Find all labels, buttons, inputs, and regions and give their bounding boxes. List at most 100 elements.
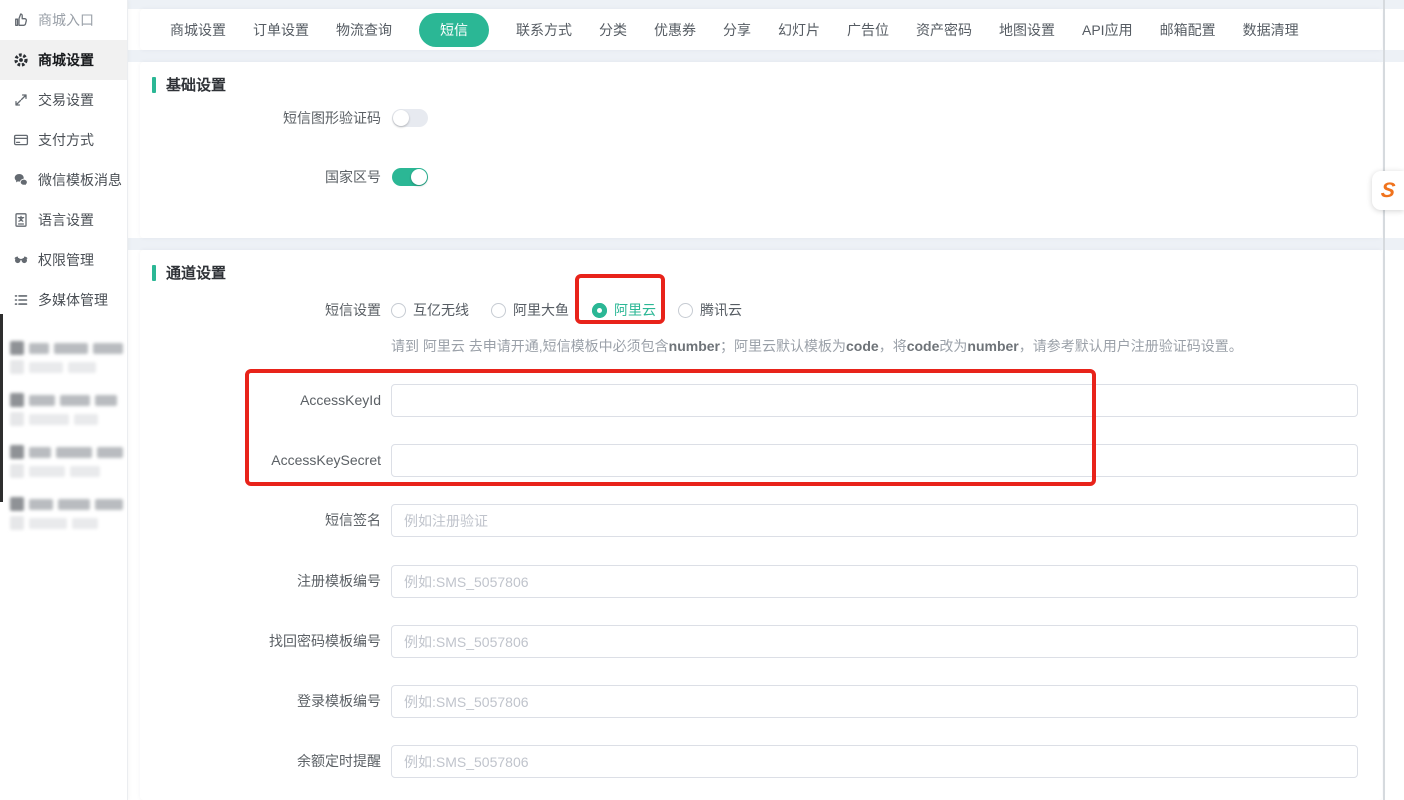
language-book-icon — [13, 212, 29, 228]
radio-provider-3[interactable]: 阿里云 — [592, 300, 656, 320]
tab-分享[interactable]: 分享 — [723, 20, 751, 40]
list-icon — [13, 292, 29, 308]
background-strip — [128, 238, 1404, 250]
sms-provider-row: 短信设置 — [140, 300, 381, 320]
app-root: 商城入口商城设置交易设置支付方式微信模板消息语言设置权限管理多媒体管理 商城设置… — [0, 0, 1404, 800]
field-label: 余额定时提醒 — [140, 745, 381, 778]
sidebar-item-language-book[interactable]: 语言设置 — [0, 200, 127, 240]
toggle-switch[interactable] — [392, 168, 428, 186]
tab-幻灯片[interactable]: 幻灯片 — [778, 20, 820, 40]
tab-资产密码[interactable]: 资产密码 — [916, 20, 972, 40]
sidebar-item-redacted[interactable] — [0, 438, 127, 490]
sidebar-item-label: 语言设置 — [38, 210, 94, 230]
field-input-AccessKeyId[interactable] — [391, 384, 1358, 417]
field-input-登录模板编号[interactable] — [391, 685, 1358, 718]
tab-广告位[interactable]: 广告位 — [847, 20, 889, 40]
basic-settings-card: 基础设置 短信图形验证码国家区号 — [140, 62, 1382, 238]
field-label: AccessKeySecret — [140, 444, 381, 477]
tab-联系方式[interactable]: 联系方式 — [516, 20, 572, 40]
field-input-AccessKeySecret[interactable] — [391, 444, 1358, 477]
channel-settings-card: 通道设置 短信设置 请到 阿里云 去申请开通,短信模板中必须包含number；阿… — [140, 250, 1382, 800]
channel-help-text: 请到 阿里云 去申请开通,短信模板中必须包含number；阿里云默认模板为cod… — [391, 336, 1243, 356]
form-row: 短信签名 — [140, 504, 1358, 537]
field-label: AccessKeyId — [140, 384, 381, 417]
toggle-label: 国家区号 — [140, 167, 381, 187]
sidebar-item-trade-arrows[interactable]: 交易设置 — [0, 80, 127, 120]
sidebar-item-list[interactable]: 多媒体管理 — [0, 280, 127, 320]
mask-icon — [13, 252, 29, 268]
toggle-label: 短信图形验证码 — [140, 108, 381, 128]
sidebar-item-label: 支付方式 — [38, 130, 94, 150]
form-row: AccessKeySecret — [140, 444, 1358, 477]
credit-card-icon — [13, 132, 29, 148]
field-input-注册模板编号[interactable] — [391, 565, 1358, 598]
radio-label: 腾讯云 — [700, 300, 742, 320]
section-accent-bar — [152, 265, 156, 281]
field-label: 短信签名 — [140, 504, 381, 537]
sidebar-item-thumb-up[interactable]: 商城入口 — [0, 0, 127, 40]
tab-分类[interactable]: 分类 — [599, 20, 627, 40]
floating-widget-logo: S — [1380, 180, 1396, 201]
toggle-row: 国家区号 — [140, 168, 428, 186]
radio-circle — [592, 303, 607, 318]
field-label: 注册模板编号 — [140, 565, 381, 598]
tab-订单设置[interactable]: 订单设置 — [253, 20, 309, 40]
radio-label: 阿里大鱼 — [513, 300, 569, 320]
tab-数据清理[interactable]: 数据清理 — [1243, 20, 1299, 40]
thumb-up-icon — [13, 12, 29, 28]
radio-provider-4[interactable]: 腾讯云 — [678, 300, 742, 320]
radio-label: 互亿无线 — [413, 300, 469, 320]
page-scrollbar-track[interactable] — [1383, 0, 1385, 800]
field-label: 找回密码模板编号 — [140, 625, 381, 658]
sidebar-item-label: 商城入口 — [38, 10, 94, 30]
field-input-找回密码模板编号[interactable] — [391, 625, 1358, 658]
radio-label: 阿里云 — [614, 300, 656, 320]
sidebar-redacted-items — [0, 334, 127, 542]
sms-provider-label: 短信设置 — [140, 300, 381, 320]
radio-circle — [678, 303, 693, 318]
sidebar-item-label: 交易设置 — [38, 90, 94, 110]
sidebar-item-credit-card[interactable]: 支付方式 — [0, 120, 127, 160]
form-row: AccessKeyId — [140, 384, 1358, 417]
tab-API应用[interactable]: API应用 — [1082, 20, 1133, 40]
section-title: 通道设置 — [166, 262, 226, 283]
floating-helper-widget[interactable]: S — [1372, 171, 1404, 210]
settings-tabbar: 商城设置 订单设置 物流查询 短信 联系方式 分类 优惠券 分享 幻灯片 广告位 资产密码 地图设置 A… — [140, 9, 1382, 50]
field-input-余额定时提醒[interactable] — [391, 745, 1358, 778]
sidebar-menu: 商城入口商城设置交易设置支付方式微信模板消息语言设置权限管理多媒体管理 — [0, 0, 127, 320]
sidebar-item-gear[interactable]: 商城设置 — [0, 40, 127, 80]
background-strip — [128, 50, 1404, 62]
toggle-row: 短信图形验证码 — [140, 109, 428, 127]
section-accent-bar — [152, 77, 156, 93]
field-label: 登录模板编号 — [140, 685, 381, 718]
sidebar-item-label: 多媒体管理 — [38, 290, 108, 310]
sidebar-item-mask[interactable]: 权限管理 — [0, 240, 127, 280]
tab-邮箱配置[interactable]: 邮箱配置 — [1160, 20, 1216, 40]
radio-provider-2[interactable]: 阿里大鱼 — [491, 300, 569, 320]
tab-物流查询[interactable]: 物流查询 — [336, 20, 392, 40]
form-row: 注册模板编号 — [140, 565, 1358, 598]
sidebar-item-chat-bubbles[interactable]: 微信模板消息 — [0, 160, 127, 200]
section-title: 基础设置 — [166, 74, 226, 95]
tab-短信[interactable]: 短信 — [419, 13, 489, 47]
field-input-短信签名[interactable] — [391, 504, 1358, 537]
tab-商城设置[interactable]: 商城设置 — [170, 20, 226, 40]
form-row: 找回密码模板编号 — [140, 625, 1358, 658]
sidebar-item-redacted[interactable] — [0, 334, 127, 386]
background-strip — [128, 0, 1404, 9]
sidebar-item-label: 权限管理 — [38, 250, 94, 270]
sidebar-scrollbar-thumb[interactable] — [0, 314, 3, 502]
tab-优惠券[interactable]: 优惠券 — [654, 20, 696, 40]
form-row: 余额定时提醒 — [140, 745, 1358, 778]
sidebar-item-redacted[interactable] — [0, 386, 127, 438]
toggle-switch[interactable] — [392, 109, 428, 127]
gear-icon — [13, 52, 29, 68]
main-content: 商城设置 订单设置 物流查询 短信 联系方式 分类 优惠券 分享 幻灯片 广告位 资产密码 地图设置 A… — [128, 0, 1404, 800]
trade-arrows-icon — [13, 92, 29, 108]
tab-地图设置[interactable]: 地图设置 — [999, 20, 1055, 40]
sidebar: 商城入口商城设置交易设置支付方式微信模板消息语言设置权限管理多媒体管理 — [0, 0, 128, 800]
sidebar-item-label: 商城设置 — [38, 50, 94, 70]
radio-provider-1[interactable]: 互亿无线 — [391, 300, 469, 320]
sidebar-item-redacted[interactable] — [0, 490, 127, 542]
radio-circle — [391, 303, 406, 318]
